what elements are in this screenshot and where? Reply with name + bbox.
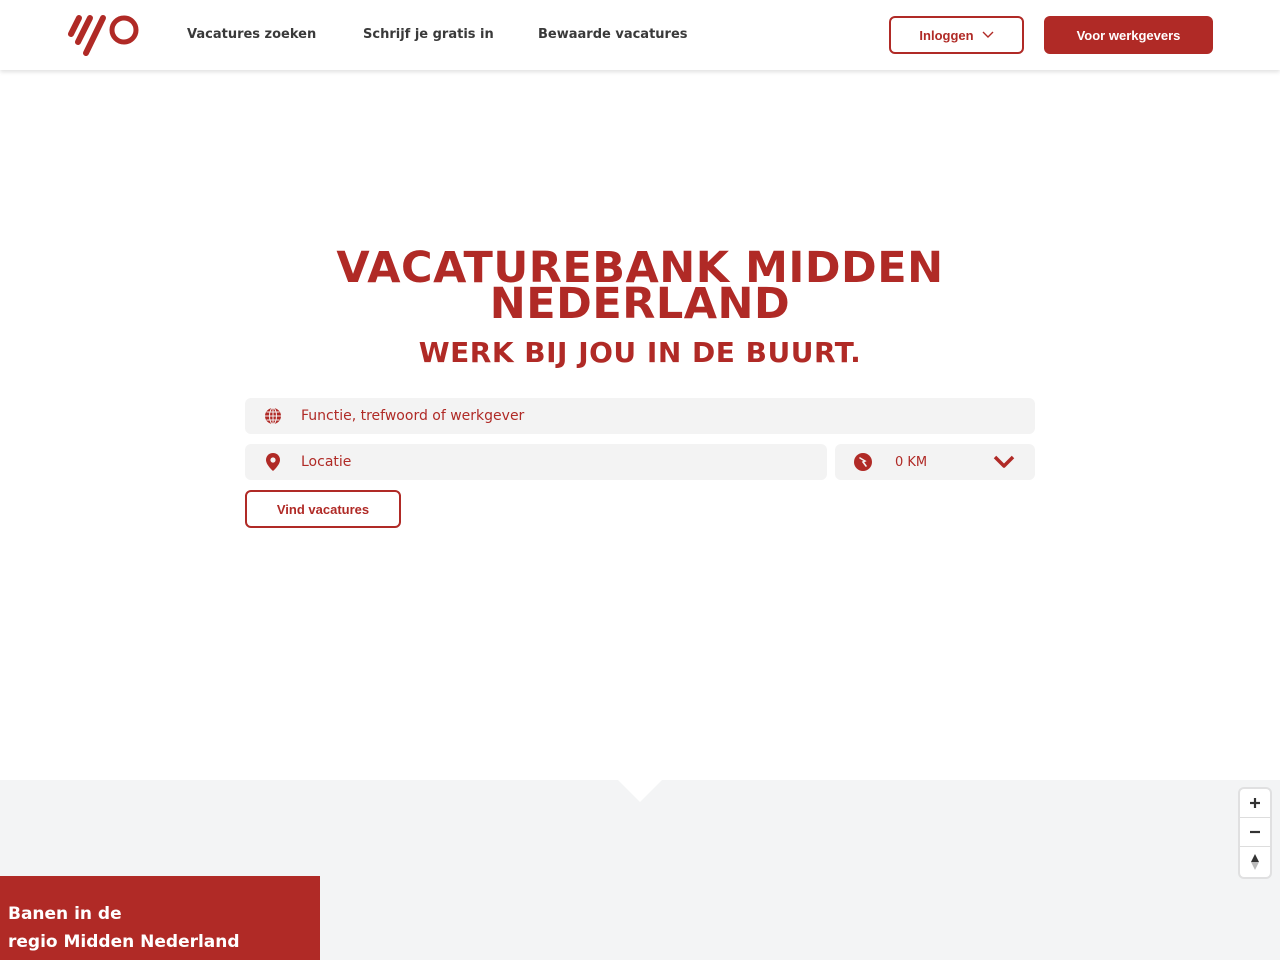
map-controls [1240,789,1270,877]
location-input[interactable] [301,444,827,480]
find-vacancies-button[interactable]: Vind vacatures [245,490,401,528]
globe-icon [265,407,281,425]
region-title: Banen in de regio Midden Nederland [8,900,308,956]
page-subtitle: WERK BIJ JOU IN DE BUURT. [418,336,862,369]
zoom-out-button[interactable] [1240,818,1270,847]
keyword-field [245,398,1035,434]
nav-vacatures-zoeken[interactable]: Vacatures zoeken [187,24,316,46]
radius-select[interactable]: 0 KM [835,444,1035,480]
map-pin-icon [266,453,280,471]
radius-icon [854,453,872,471]
login-button[interactable]: Inloggen [889,16,1024,54]
keyword-input[interactable] [301,398,1035,434]
nav-bewaarde-vacatures[interactable]: Bewaarde vacatures [538,24,688,46]
minus-icon [1250,830,1260,834]
zoom-in-button[interactable] [1240,789,1270,818]
compass-icon [1251,853,1259,870]
region-title-line1: Banen in de [8,904,122,924]
region-title-line2: regio Midden Nederland [8,932,240,952]
section-notch [618,780,662,802]
employers-button[interactable]: Voor werkgevers [1044,16,1213,54]
page-title-line2: NEDERLAND [489,279,791,329]
chevron-down-icon [982,31,994,38]
plus-icon [1250,798,1260,808]
location-field [245,444,827,480]
site-header: Vacatures zoeken Schrijf je gratis in Be… [0,0,1280,70]
chevron-down-icon [993,455,1015,468]
brand-logo[interactable] [66,12,142,58]
login-label: Inloggen [919,27,974,43]
radius-value: 0 KM [895,454,928,470]
nav-schrijf-je-in[interactable]: Schrijf je gratis in [363,24,494,46]
page-title: VACATUREBANK MIDDEN NEDERLAND [240,247,1040,326]
reset-north-button[interactable] [1240,847,1270,876]
